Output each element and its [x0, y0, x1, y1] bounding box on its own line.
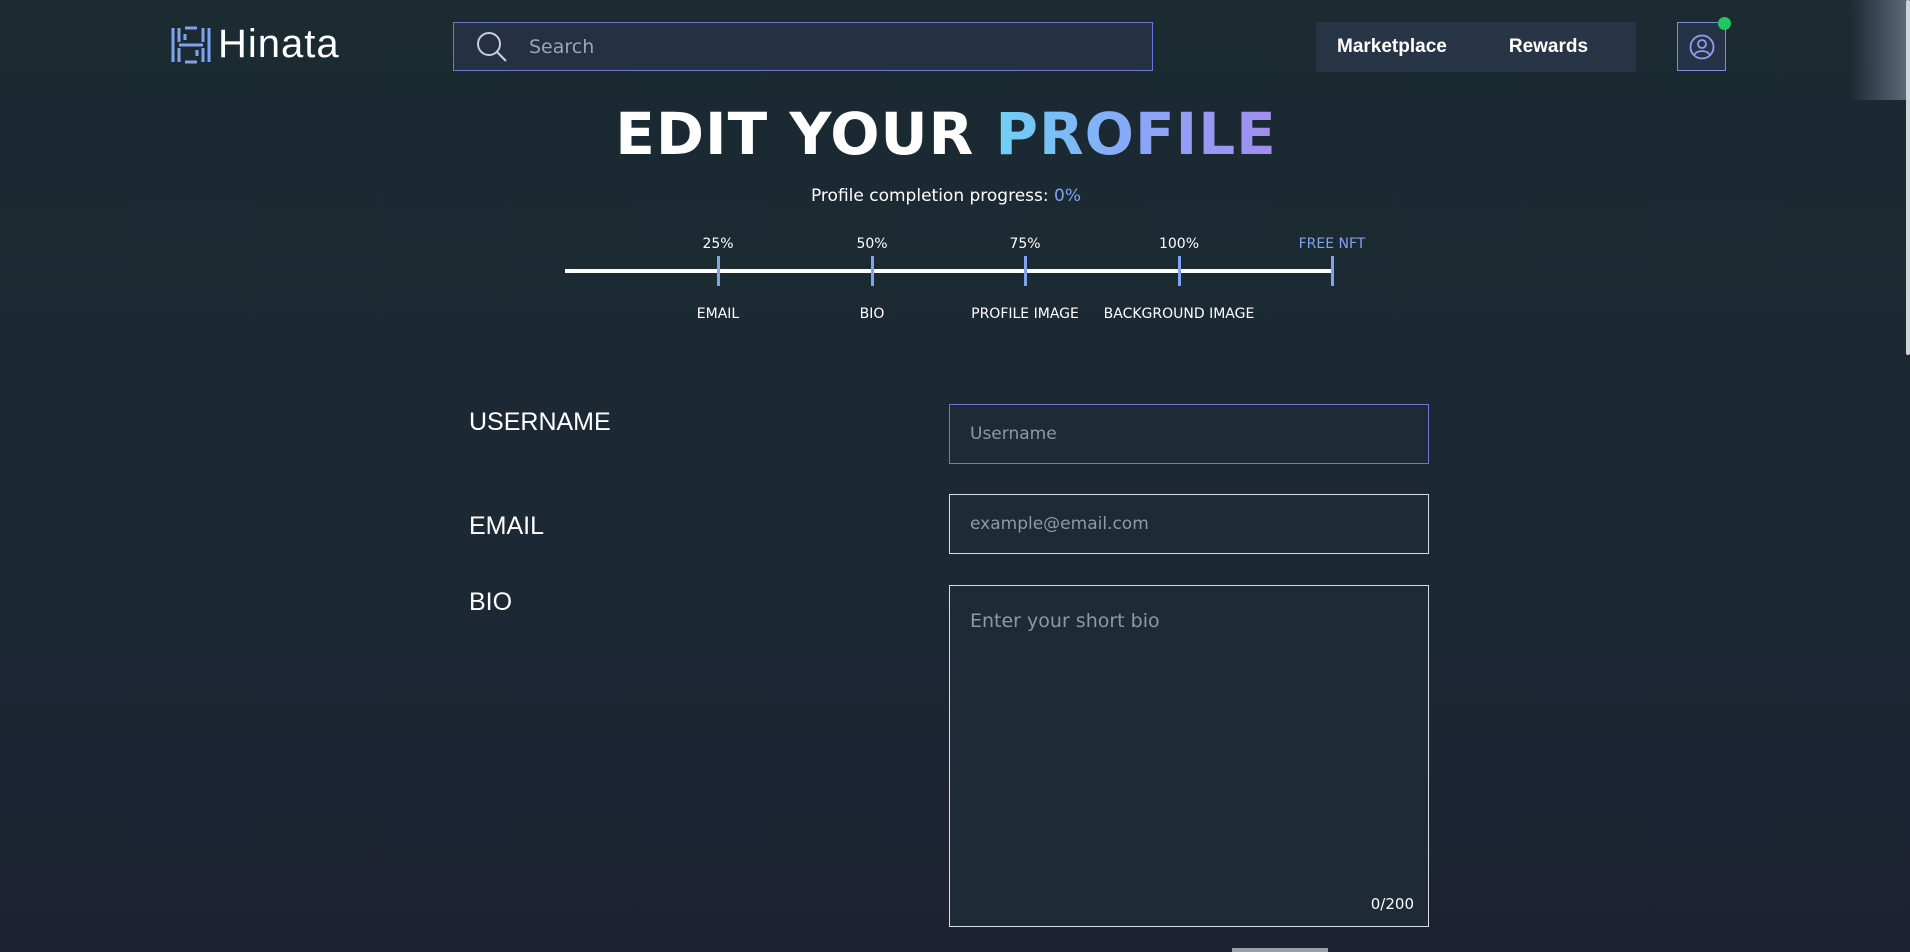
search-icon — [477, 31, 507, 62]
milestone-label-email: EMAIL — [696, 306, 740, 322]
brand-logo[interactable]: Hinata — [170, 22, 340, 67]
milestone-tick-25 — [717, 256, 720, 286]
main-nav: Marketplace Rewards — [1316, 22, 1636, 72]
progress-track — [565, 269, 1333, 273]
username-label: USERNAME — [469, 408, 611, 436]
bio-char-counter: 0/200 — [1370, 895, 1414, 913]
milestone-label-background-image: BACKGROUND IMAGE — [1103, 306, 1255, 322]
milestone-tick-50 — [871, 256, 874, 286]
milestone-label-profile-image: PROFILE IMAGE — [971, 306, 1079, 322]
milestone-tick-100 — [1178, 256, 1181, 286]
email-label: EMAIL — [469, 512, 545, 540]
milestone-tick-nft — [1331, 256, 1334, 286]
horizontal-scroll-indicator[interactable] — [1232, 948, 1328, 952]
milestone-tick-75 — [1024, 256, 1027, 286]
nav-rewards[interactable]: Rewards — [1509, 36, 1588, 58]
top-header: Hinata Marketplace Rewards — [0, 0, 1910, 100]
bio-label: BIO — [469, 588, 513, 616]
search-input[interactable] — [527, 34, 1131, 59]
username-input[interactable] — [949, 404, 1429, 464]
milestone-percent-50: 50% — [856, 236, 888, 252]
profile-button[interactable] — [1677, 17, 1731, 71]
nav-marketplace[interactable]: Marketplace — [1337, 36, 1447, 58]
hinata-logo-icon — [171, 26, 211, 63]
user-circle-icon — [1689, 34, 1714, 59]
milestone-free-nft: FREE NFT — [1298, 236, 1366, 252]
progress-label: Profile completion progress: — [810, 186, 1055, 206]
page-title: EDIT YOUR PROFILE — [0, 100, 1892, 168]
page-title-accent: PROFILE — [995, 100, 1277, 168]
online-status-dot — [1718, 17, 1731, 30]
brand-name: Hinata — [218, 22, 340, 66]
email-input[interactable] — [949, 494, 1429, 554]
milestone-percent-25: 25% — [702, 236, 734, 252]
bio-textarea[interactable] — [949, 585, 1429, 927]
search-bar[interactable] — [453, 22, 1153, 71]
milestone-percent-100: 100% — [1158, 236, 1200, 252]
milestone-percent-75: 75% — [1009, 236, 1041, 252]
progress-value: 0% — [1054, 186, 1081, 206]
edge-glow — [1850, 0, 1910, 100]
profile-progress-text: Profile completion progress: 0% — [0, 186, 1892, 206]
page-title-main: EDIT YOUR — [615, 100, 996, 168]
page-scrollbar[interactable] — [1906, 0, 1910, 355]
